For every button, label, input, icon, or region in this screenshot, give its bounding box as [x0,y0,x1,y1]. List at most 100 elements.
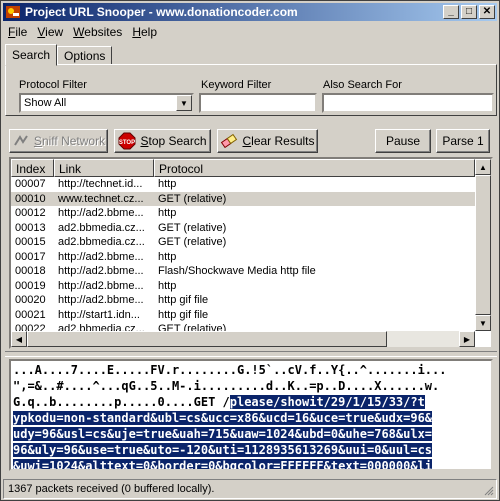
menu-websites[interactable]: Websites [68,25,127,39]
table-cell-protocol: GET (relative) [158,192,227,205]
resize-grip-icon[interactable] [482,484,494,496]
table-cell-link: http://technet.id... [58,178,143,190]
table-cell-index: 00019 [15,279,46,292]
scroll-thumb[interactable] [475,175,491,315]
parse-button[interactable]: Parse 1 [436,129,490,153]
keyword-filter-label: Keyword Filter [201,79,272,91]
menu-file[interactable]: File [3,25,32,39]
protocol-filter-label: Protocol Filter [19,79,87,91]
window-title: Project URL Snooper - www.donationcoder.… [25,5,298,19]
table-cell-index: 00015 [15,236,46,248]
protocol-filter-value: Show All [24,97,67,109]
dump-line: &uwi=1024&alttext=0&border=0&bgcolor=FFF… [13,459,433,471]
menu-help[interactable]: Help [127,25,162,39]
table-cell-protocol: http gif file [158,294,209,306]
protocol-filter-select[interactable]: Show All ▼ [19,93,194,113]
scroll-right-icon[interactable]: ▶ [459,331,475,347]
keyword-filter-input[interactable] [199,93,317,113]
hscroll-thumb[interactable] [27,331,387,347]
tab-search[interactable]: Search [5,44,58,66]
table-cell-link: ad2.bbmedia.cz... [58,236,145,248]
table-row[interactable]: 00018 http://ad2.bbme... Flash/Shockwave M… [11,264,475,279]
minimize-button[interactable]: _ [443,5,459,19]
list-header: Index Link Protocol [11,159,491,177]
table-row[interactable]: 00021 http://start1.idn... http gif file [11,308,475,323]
scroll-down-icon[interactable]: ▼ [475,315,491,331]
dump-line: ...A....7....E.....FV.r........G.!5`..cV… [13,363,447,377]
table-row[interactable]: 00019 http://ad2.bbme... http [11,279,475,294]
column-header-index[interactable]: Index [11,159,54,177]
table-cell-link: http://start1.idn... [58,308,140,321]
app-logo-icon [6,6,20,18]
also-search-label: Also Search For [323,79,402,91]
scroll-up-icon[interactable]: ▲ [475,159,491,175]
table-row[interactable]: 00007 http://technet.id... http [11,177,475,192]
table-cell-link: http://ad2.bbme... [58,250,144,263]
table-cell-index: 00007 [15,178,46,190]
results-list[interactable]: Index Link Protocol 00007 http://technet.… [9,157,493,349]
pane-splitter[interactable] [5,351,497,357]
column-header-link[interactable]: Link [54,159,154,177]
status-text: 1367 packets received (0 buffered locall… [8,483,215,495]
stop-search-button[interactable]: STOP Stop Search [114,129,211,153]
table-cell-protocol: http gif file [158,308,209,321]
table-cell-protocol: http [158,178,177,190]
dump-line: 96&uly=96&use=true&uto=-120&uti=11289356… [13,443,433,457]
status-bar: 1367 packets received (0 buffered locall… [3,479,497,499]
app-window: Project URL Snooper - www.donationcoder.… [0,0,500,501]
table-cell-link: ad2.bbmedia.cz... [58,221,145,234]
table-cell-index: 00013 [15,221,46,234]
menu-view[interactable]: View [32,25,68,39]
table-cell-link: http://ad2.bbme... [58,207,144,219]
table-cell-index: 00020 [15,294,46,306]
dump-line: udy=96&usl=cs&uje=true&uah=715&uaw=1024&… [13,427,433,441]
list-vertical-scrollbar[interactable]: ▲ ▼ [475,159,491,331]
also-search-input[interactable] [322,93,494,113]
menu-bar: File View Websites Help [3,23,162,41]
table-cell-protocol: Flash/Shockwave Media http file [158,265,316,277]
table-cell-link: www.technet.cz... [58,192,144,205]
table-cell-link: http://ad2.bbme... [58,279,144,292]
list-horizontal-scrollbar[interactable]: ◀ ▶ [11,331,475,347]
table-cell-protocol: http [158,250,177,263]
table-cell-index: 00010 [15,192,46,205]
table-row[interactable]: 00020 http://ad2.bbme... http gif file [11,293,475,308]
sniff-network-button[interactable]: Sniff Network [9,129,108,153]
table-row[interactable]: 00015 ad2.bbmedia.cz... GET (relative) [11,235,475,250]
table-cell-link: http://ad2.bbme... [58,265,144,277]
table-cell-protocol: GET (relative) [158,221,227,234]
table-cell-protocol: http [158,279,177,292]
dump-line: ",=&..#....^...qG..5..M-.i.........d..K.… [13,379,440,393]
dump-line: ypkodu=non-standard&ubl=cs&ucc=x86&ucd=1… [13,411,433,425]
tab-strip: Search Options [5,43,113,66]
scroll-left-icon[interactable]: ◀ [11,331,27,347]
column-header-protocol[interactable]: Protocol [154,159,475,177]
chevron-down-icon[interactable]: ▼ [176,95,192,111]
close-button[interactable]: ✕ [479,5,495,19]
minimize-icon: _ [448,6,454,17]
table-row[interactable]: 00017 http://ad2.bbme... http [11,250,475,265]
sniff-icon [12,132,30,150]
table-cell-protocol: http [158,207,177,219]
clear-results-button[interactable]: Clear Results [217,129,318,153]
list-rows: 00007 http://technet.id... http 00010 www.te… [11,177,475,337]
title-bar[interactable]: Project URL Snooper - www.donationcoder.… [3,3,497,21]
packet-dump-view[interactable]: ...A....7....E.....FV.r........G.!5`..cV… [9,359,493,471]
dump-line: G.q..b........p.....0....GET /please/sho… [13,395,425,409]
table-cell-index: 00018 [15,265,46,277]
table-cell-protocol: GET (relative) [158,236,227,248]
maximize-icon: □ [465,6,473,17]
pause-button[interactable]: Pause [375,129,431,153]
table-row[interactable]: 00013 ad2.bbmedia.cz... GET (relative) [11,221,475,236]
maximize-button[interactable]: □ [461,5,477,19]
table-cell-link: http://ad2.bbme... [58,294,144,306]
svg-text:STOP: STOP [119,140,135,146]
table-cell-index: 00012 [15,207,46,219]
table-cell-index: 00021 [15,308,46,321]
tab-options[interactable]: Options [57,46,113,65]
eraser-icon [220,132,238,150]
table-row[interactable]: 00010 www.technet.cz... GET (relative) [11,191,475,206]
table-row[interactable]: 00012 http://ad2.bbme... http [11,206,475,221]
stop-sign-icon: STOP [118,132,136,150]
close-icon: ✕ [482,6,492,17]
